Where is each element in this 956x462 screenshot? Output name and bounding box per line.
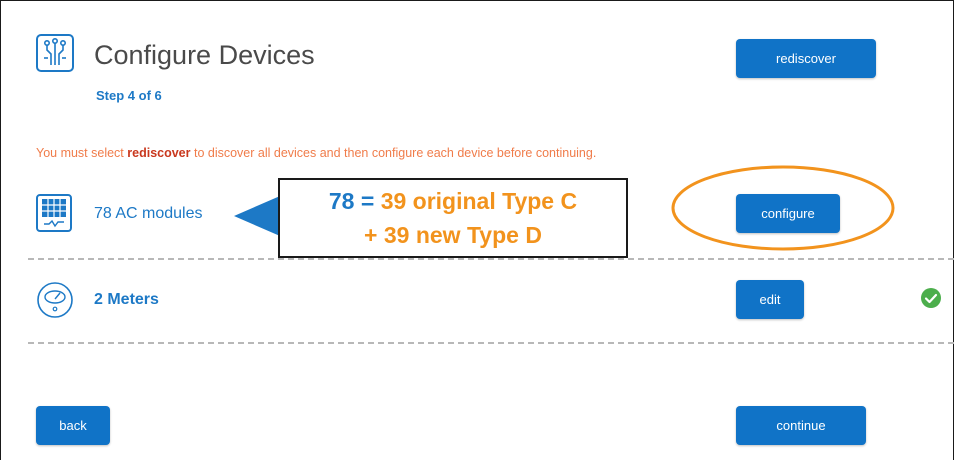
check-icon: [920, 287, 942, 309]
page-title: Configure Devices: [94, 40, 315, 70]
row-divider: [28, 342, 954, 344]
row-divider: [28, 258, 954, 260]
back-button[interactable]: back: [36, 406, 110, 445]
edit-button[interactable]: edit: [736, 280, 804, 319]
annotation-line-2: + 39 new Type D: [364, 222, 542, 248]
rediscover-button[interactable]: rediscover: [736, 39, 876, 78]
solar-panel-icon: [36, 194, 72, 232]
callout-arrow-icon: [234, 196, 280, 236]
meters-label[interactable]: 2 Meters: [94, 291, 159, 309]
annotation-line-1: 78 = 39 original Type C: [280, 184, 626, 218]
continue-button[interactable]: continue: [736, 406, 866, 445]
warning-suffix: to discover all devices and then configu…: [190, 146, 597, 160]
meter-gauge-icon: [36, 281, 74, 319]
warning-message: You must select rediscover to discover a…: [36, 146, 596, 160]
ac-modules-label[interactable]: 78 AC modules: [94, 205, 203, 223]
step-indicator: Step 4 of 6: [96, 88, 162, 103]
annotation-callout: 78 = 39 original Type C + 39 new Type D: [278, 178, 628, 258]
annotation-total: 78 =: [328, 188, 381, 214]
highlight-ellipse: [671, 165, 895, 251]
warning-keyword: rediscover: [127, 146, 191, 160]
circuit-icon: [36, 34, 74, 72]
annotation-original: 39 original Type C: [380, 188, 578, 214]
warning-prefix: You must select: [36, 146, 128, 160]
